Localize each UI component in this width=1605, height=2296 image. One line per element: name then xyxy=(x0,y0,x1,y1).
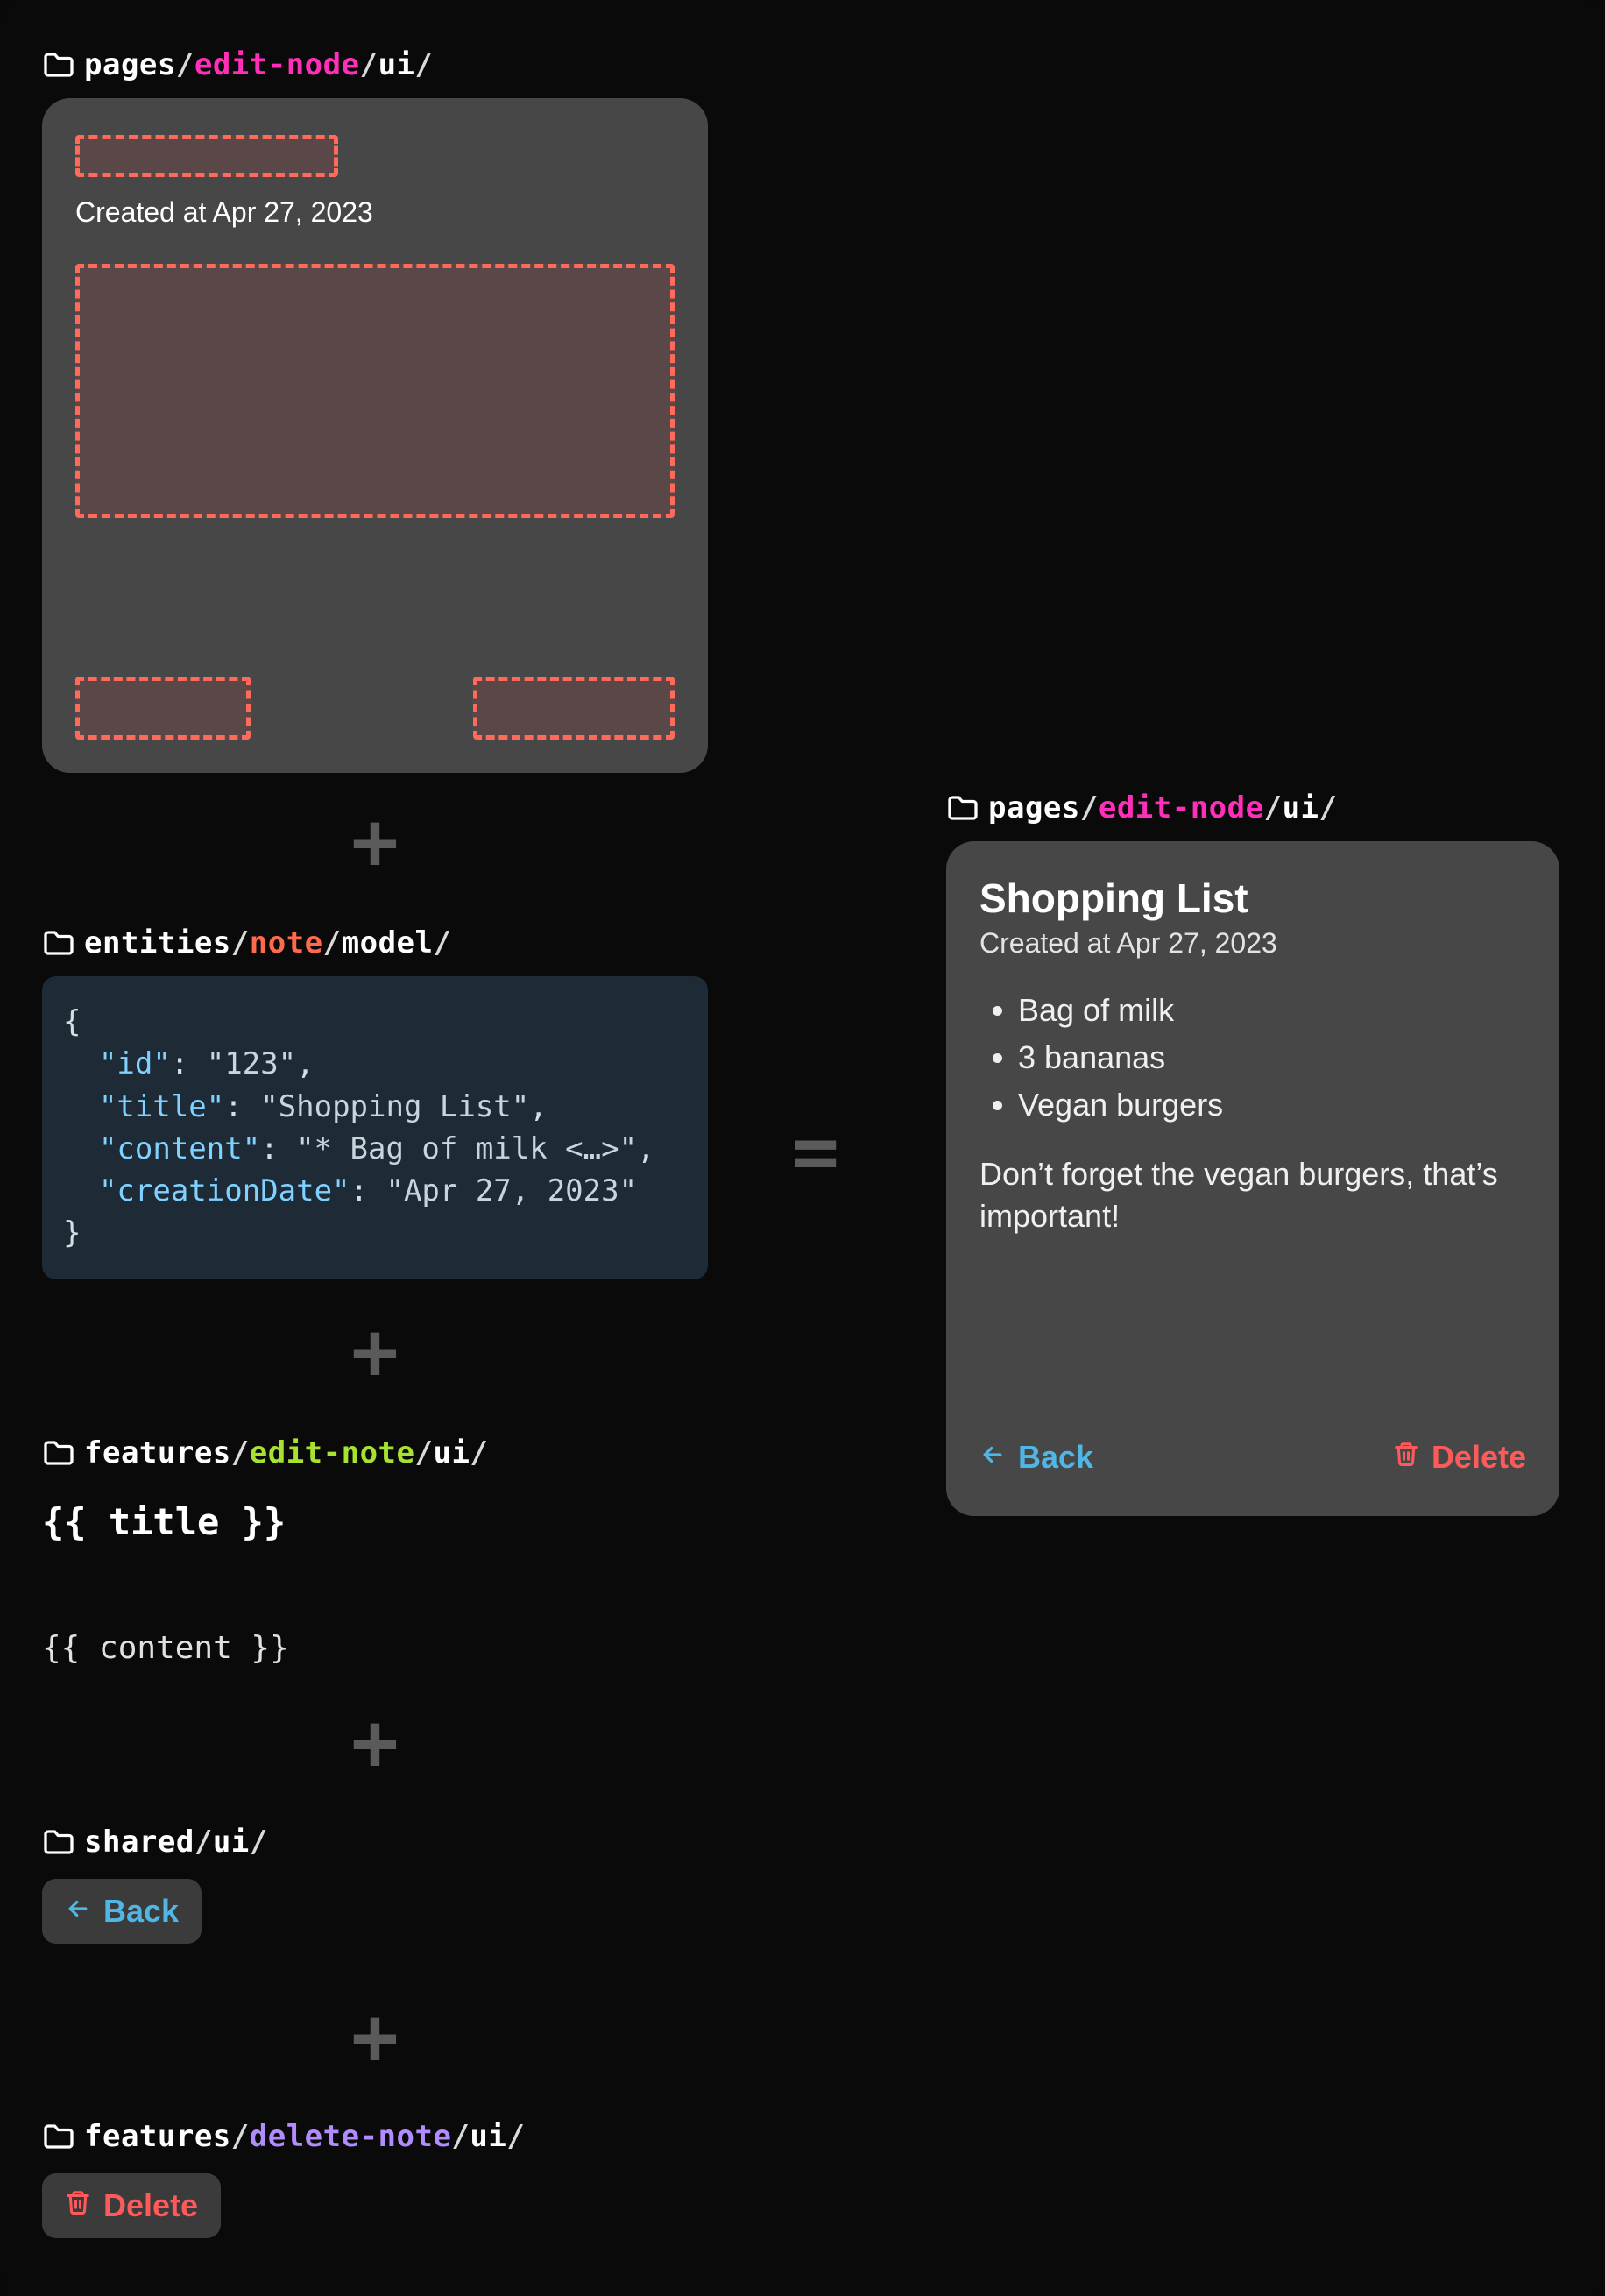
equals-glyph: = xyxy=(708,1113,918,1192)
delete-button[interactable]: Delete xyxy=(1393,1425,1526,1490)
back-button[interactable]: Back xyxy=(42,1879,202,1944)
list-item: Vegan burgers xyxy=(1018,1082,1526,1128)
trash-icon xyxy=(65,2187,91,2224)
list-item: Bag of milk xyxy=(1018,988,1526,1033)
path-features-delete-note-ui: features/delete-note/ui/ xyxy=(42,2119,708,2154)
folder-icon xyxy=(42,1829,75,1855)
slot-back-button xyxy=(75,677,251,740)
list-item: 3 bananas xyxy=(1018,1035,1526,1081)
folder-icon xyxy=(42,52,75,78)
path-shared-ui: shared/ui/ xyxy=(42,1825,708,1860)
plus-glyph: + xyxy=(42,803,708,882)
back-button-label: Back xyxy=(103,1893,179,1930)
result-paragraph: Don’t forget the vegan burgers, that’s i… xyxy=(979,1153,1526,1238)
plus-glyph: + xyxy=(42,1313,708,1392)
path-entities-note-model: entities/note/model/ xyxy=(42,925,708,960)
folder-icon xyxy=(42,930,75,956)
template-created-label: Created at Apr 27, 2023 xyxy=(75,196,675,229)
mustache-title: {{ title }} xyxy=(42,1500,708,1543)
mustache-content: {{ content }} xyxy=(42,1630,708,1666)
result-list: Bag of milk 3 bananas Vegan burgers xyxy=(979,988,1526,1129)
path-pages-edit-node-ui: pages/edit-node/ui/ xyxy=(42,47,708,82)
slot-title xyxy=(75,135,338,177)
path-features-edit-note-ui: features/edit-note/ui/ xyxy=(42,1435,708,1470)
result-title: Shopping List xyxy=(979,875,1526,922)
folder-icon xyxy=(42,2123,75,2150)
folder-icon xyxy=(946,795,979,821)
plus-glyph: + xyxy=(42,1998,708,2077)
back-button-label: Back xyxy=(1018,1439,1093,1476)
arrow-left-icon xyxy=(65,1893,91,1930)
template-card: Created at Apr 27, 2023 xyxy=(42,98,708,773)
folder-icon xyxy=(42,1440,75,1466)
delete-button[interactable]: Delete xyxy=(42,2173,221,2238)
delete-button-label: Delete xyxy=(103,2187,198,2224)
arrow-left-icon xyxy=(979,1439,1006,1476)
plus-glyph: + xyxy=(42,1704,708,1782)
back-button[interactable]: Back xyxy=(979,1425,1093,1490)
result-created: Created at Apr 27, 2023 xyxy=(979,927,1526,960)
delete-button-label: Delete xyxy=(1432,1439,1526,1476)
path-pages-edit-node-ui-result: pages/edit-node/ui/ xyxy=(946,790,1559,826)
slot-content xyxy=(75,264,675,518)
slot-delete-button xyxy=(473,677,675,740)
trash-icon xyxy=(1393,1439,1419,1476)
result-card: Shopping List Created at Apr 27, 2023 Ba… xyxy=(946,841,1559,1516)
json-model-block: { "id": "123", "title": "Shopping List",… xyxy=(42,976,708,1279)
